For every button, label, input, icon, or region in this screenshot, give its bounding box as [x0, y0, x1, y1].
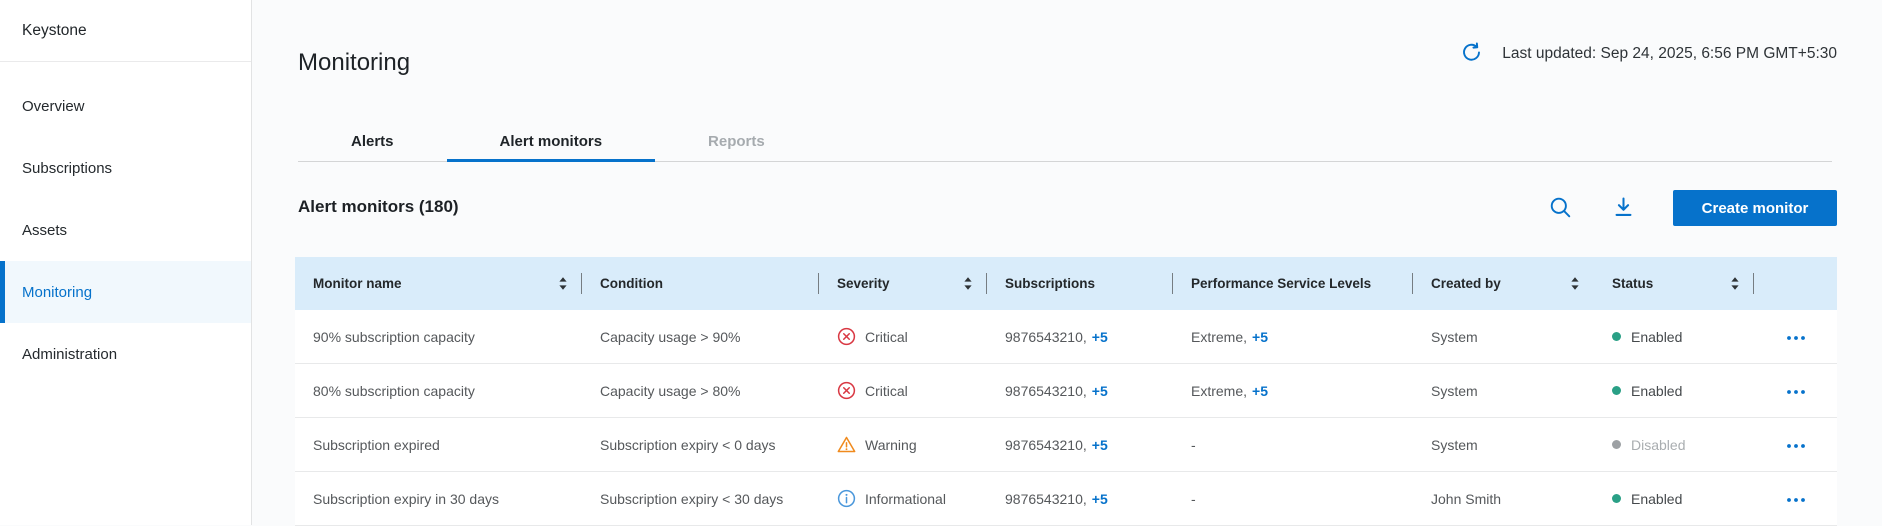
condition-cell: Subscription expiry < 0 days [582, 418, 819, 471]
row-actions-button[interactable] [1780, 323, 1812, 350]
condition-cell: Capacity usage > 90% [582, 310, 819, 363]
condition-cell: Subscription expiry < 30 days [582, 472, 819, 525]
sidebar-item-subscriptions[interactable]: Subscriptions [0, 137, 251, 199]
psl-cell: Extreme, +5 [1173, 310, 1413, 363]
severity-label: Critical [865, 329, 908, 345]
ellipsis-icon [1786, 383, 1806, 398]
download-icon [1610, 209, 1637, 224]
status-cell: Enabled [1594, 472, 1754, 525]
row-actions-button[interactable] [1780, 485, 1812, 512]
severity-cell: Critical [819, 364, 987, 417]
brand-keystone: Keystone [0, 0, 251, 62]
status-label: Enabled [1631, 329, 1682, 345]
column-header-actions [1754, 257, 1837, 310]
subscriptions-more-link[interactable]: +5 [1092, 383, 1108, 399]
sort-icon [963, 276, 973, 291]
psl-more-link[interactable]: +5 [1252, 383, 1268, 399]
info-icon [837, 489, 856, 508]
create-monitor-button[interactable]: Create monitor [1673, 190, 1837, 226]
created-by-cell: John Smith [1413, 472, 1594, 525]
refresh-icon [1460, 41, 1483, 67]
severity-cell: Critical [819, 310, 987, 363]
sidebar-nav: Overview Subscriptions Assets Monitoring… [0, 62, 251, 385]
sidebar-item-administration[interactable]: Administration [0, 323, 251, 385]
table-header-row: Monitor name Condition Severity Subscrip… [295, 257, 1837, 310]
ellipsis-icon [1786, 437, 1806, 452]
monitor-name-cell: 90% subscription capacity [295, 310, 582, 363]
subscriptions-more-link[interactable]: +5 [1092, 329, 1108, 345]
alert-monitors-table: Monitor name Condition Severity Subscrip… [295, 257, 1837, 526]
table-row: 80% subscription capacity Capacity usage… [295, 364, 1837, 418]
subscriptions-cell: 9876543210, +5 [987, 418, 1173, 471]
last-updated-area: Last updated: Sep 24, 2025, 6:56 PM GMT+… [1460, 42, 1837, 66]
refresh-button[interactable] [1460, 42, 1484, 66]
section-title: Alert monitors (180) [298, 197, 459, 217]
column-header-subscriptions: Subscriptions [987, 257, 1173, 310]
critical-icon [837, 327, 856, 346]
table-row: Subscription expiry in 30 days Subscript… [295, 472, 1837, 526]
tab-alerts[interactable]: Alerts [298, 121, 447, 161]
status-cell: Enabled [1594, 364, 1754, 417]
status-label: Enabled [1631, 491, 1682, 507]
severity-label: Warning [865, 437, 917, 453]
search-icon [1547, 209, 1574, 224]
sidebar-item-monitoring[interactable]: Monitoring [0, 261, 251, 323]
sort-icon [558, 276, 568, 291]
critical-icon [837, 381, 856, 400]
psl-more-link[interactable]: +5 [1252, 329, 1268, 345]
page-title: Monitoring [298, 48, 410, 78]
sidebar-item-overview[interactable]: Overview [0, 75, 251, 137]
subscriptions-more-link[interactable]: +5 [1092, 437, 1108, 453]
subscriptions-cell: 9876543210, +5 [987, 364, 1173, 417]
download-button[interactable] [1610, 194, 1637, 221]
subscriptions-cell: 9876543210, +5 [987, 472, 1173, 525]
column-header-severity[interactable]: Severity [819, 257, 987, 310]
warning-icon [837, 435, 856, 454]
column-header-created-by[interactable]: Created by [1413, 257, 1594, 310]
severity-label: Informational [865, 491, 946, 507]
status-label: Disabled [1631, 437, 1685, 453]
severity-label: Critical [865, 383, 908, 399]
severity-cell: Informational [819, 472, 987, 525]
ellipsis-icon [1786, 329, 1806, 344]
monitor-name-cell: 80% subscription capacity [295, 364, 582, 417]
monitor-name-cell: Subscription expired [295, 418, 582, 471]
status-label: Enabled [1631, 383, 1682, 399]
status-cell: Disabled [1594, 418, 1754, 471]
table-row: 90% subscription capacity Capacity usage… [295, 310, 1837, 364]
row-actions-button[interactable] [1780, 431, 1812, 458]
status-dot [1612, 440, 1621, 449]
psl-cell: - [1173, 472, 1413, 525]
tab-alert-monitors[interactable]: Alert monitors [447, 121, 656, 161]
subscriptions-more-link[interactable]: +5 [1092, 491, 1108, 507]
column-header-performance-service-levels: Performance Service Levels [1173, 257, 1413, 310]
created-by-cell: System [1413, 418, 1594, 471]
status-dot [1612, 494, 1621, 503]
search-button[interactable] [1547, 194, 1574, 221]
monitor-name-cell: Subscription expiry in 30 days [295, 472, 582, 525]
sort-icon [1730, 276, 1740, 291]
severity-cell: Warning [819, 418, 987, 471]
psl-cell: Extreme, +5 [1173, 364, 1413, 417]
created-by-cell: System [1413, 310, 1594, 363]
status-dot [1612, 332, 1621, 341]
tab-bar: Alerts Alert monitors Reports [298, 121, 1832, 162]
status-dot [1612, 386, 1621, 395]
status-cell: Enabled [1594, 310, 1754, 363]
psl-cell: - [1173, 418, 1413, 471]
subscriptions-cell: 9876543210, +5 [987, 310, 1173, 363]
column-header-status[interactable]: Status [1594, 257, 1754, 310]
sort-icon [1570, 276, 1580, 291]
sidebar-item-assets[interactable]: Assets [0, 199, 251, 261]
last-updated-text: Last updated: Sep 24, 2025, 6:56 PM GMT+… [1502, 45, 1837, 63]
tab-reports[interactable]: Reports [655, 121, 818, 161]
column-header-condition: Condition [582, 257, 819, 310]
sidebar: Keystone Overview Subscriptions Assets M… [0, 0, 252, 525]
condition-cell: Capacity usage > 80% [582, 364, 819, 417]
row-actions-button[interactable] [1780, 377, 1812, 404]
column-header-monitor-name[interactable]: Monitor name [295, 257, 582, 310]
ellipsis-icon [1786, 491, 1806, 506]
table-row: Subscription expired Subscription expiry… [295, 418, 1837, 472]
created-by-cell: System [1413, 364, 1594, 417]
